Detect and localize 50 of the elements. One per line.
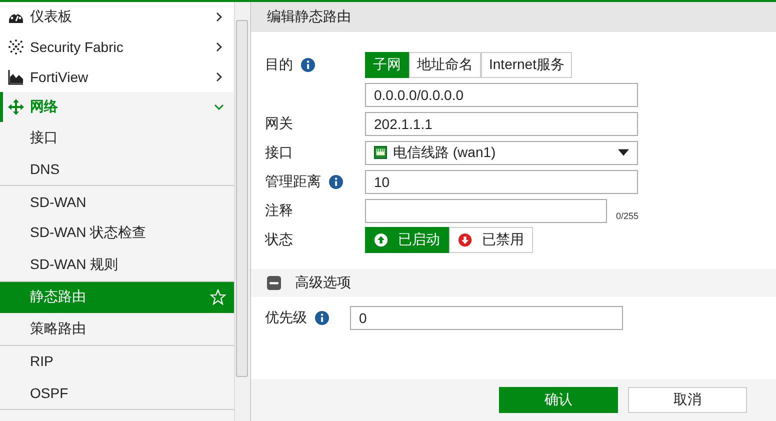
nav-item[interactable]: 仪表板 xyxy=(0,2,234,32)
info-icon[interactable] xyxy=(315,310,329,324)
chevron-right-icon xyxy=(214,72,224,82)
section-header[interactable]: 高级选项 xyxy=(251,269,776,297)
field-label: 优先级 xyxy=(265,308,307,326)
input-field[interactable]: 0.0.0.0/0.0.0.0 xyxy=(365,82,638,106)
nav-subitem[interactable]: 接口 xyxy=(0,122,234,154)
field-label: 管理距离 xyxy=(265,172,321,190)
nav-subitem[interactable]: RIP xyxy=(0,346,234,377)
nav-subitem[interactable]: SD-WAN 状态检查 xyxy=(0,218,234,249)
chevron-right-icon xyxy=(214,12,224,22)
confirm-button[interactable]: 确认 xyxy=(499,387,618,413)
field-label: 接口 xyxy=(265,144,293,162)
chevron-right-icon xyxy=(214,42,224,52)
nav-subitem[interactable]: 策略路由 xyxy=(0,313,234,344)
nav-subitem[interactable]: SD-WAN xyxy=(0,186,234,218)
star-icon[interactable] xyxy=(210,289,226,306)
minus-square-icon xyxy=(267,276,281,290)
chevron-down-icon xyxy=(214,102,224,112)
panel-title: 编辑静态路由 xyxy=(267,8,351,26)
nav-item[interactable]: FortiView xyxy=(0,62,234,92)
info-icon[interactable] xyxy=(301,58,315,72)
comment-field[interactable] xyxy=(365,198,607,222)
status-toggle[interactable]: 已启动 xyxy=(365,227,449,253)
scrollbar[interactable] xyxy=(234,2,249,421)
crossed-dots-icon xyxy=(8,39,24,55)
network-port-icon xyxy=(374,146,387,159)
input-field[interactable]: 202.1.1.1 xyxy=(365,112,638,136)
status-toggle[interactable]: 已禁用 xyxy=(449,227,533,253)
field-label: 目的 xyxy=(265,56,293,74)
cancel-button[interactable]: 取消 xyxy=(628,387,747,413)
field-label: 网关 xyxy=(265,114,293,132)
field-label: 状态 xyxy=(265,231,293,249)
input-field[interactable]: 0 xyxy=(350,306,623,330)
info-icon[interactable] xyxy=(329,174,343,188)
caret-icon xyxy=(618,149,629,156)
field-label: 注释 xyxy=(265,202,293,220)
nav-item[interactable]: Security Fabric xyxy=(0,32,234,62)
area-chart-icon xyxy=(8,69,24,85)
dropdown-field[interactable]: 电信线路 (wan1) xyxy=(365,140,638,164)
segment-tab[interactable]: Internet服务 xyxy=(481,52,572,78)
input-field[interactable]: 10 xyxy=(365,170,638,194)
segment-tab[interactable]: 地址命名 xyxy=(409,52,481,78)
nav-subitem[interactable]: DNS xyxy=(0,154,234,185)
nav-subitem[interactable]: SD-WAN 规则 xyxy=(0,249,234,280)
segment-tab[interactable]: 子网 xyxy=(365,52,409,78)
nav-subitem[interactable]: 静态路由 xyxy=(0,282,234,313)
character-counter: 0/255 xyxy=(616,210,639,220)
nav-subitem[interactable]: OSPF xyxy=(0,377,234,408)
move-arrows-icon xyxy=(8,99,24,115)
